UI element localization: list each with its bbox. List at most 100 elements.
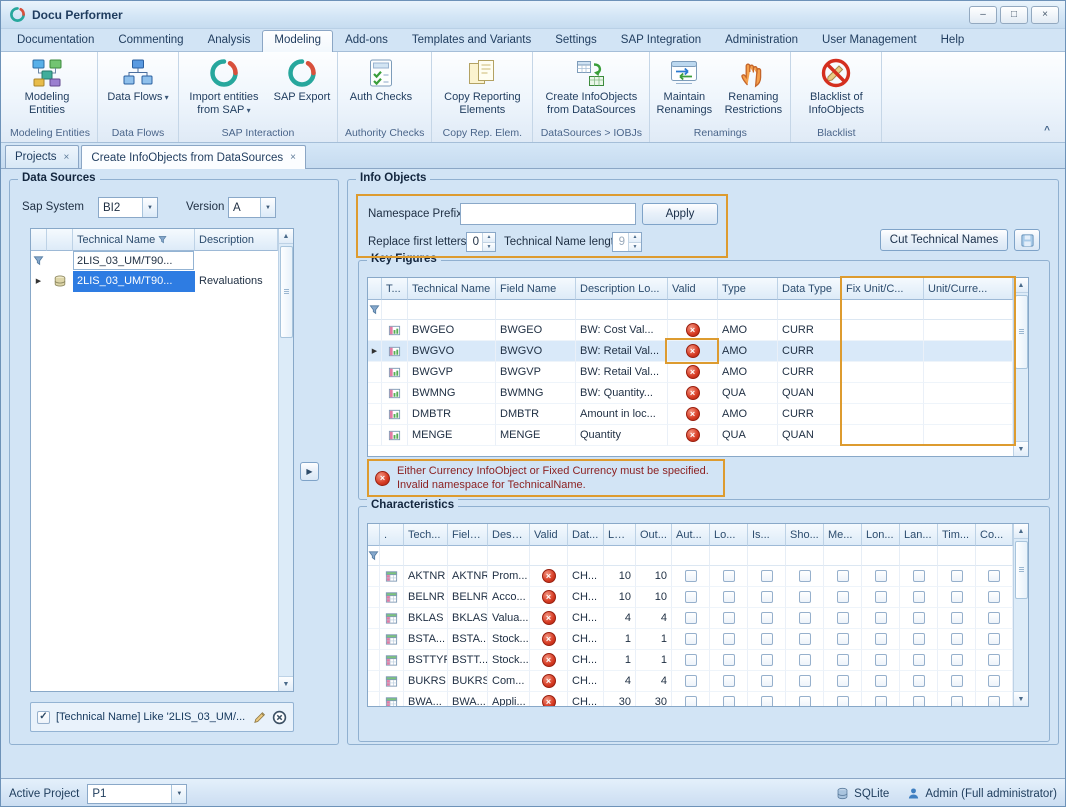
- checkbox[interactable]: [988, 696, 1000, 707]
- scroll-up-button[interactable]: ▲: [1014, 524, 1029, 539]
- spin-down-icon[interactable]: ▼: [629, 243, 641, 252]
- cell-flag[interactable]: [976, 671, 1013, 692]
- clear-filter-icon[interactable]: [272, 710, 287, 725]
- filter-cell[interactable]: [778, 300, 842, 320]
- cell-flag[interactable]: [672, 671, 710, 692]
- checkbox[interactable]: [685, 591, 697, 603]
- filter-cell[interactable]: [408, 300, 496, 320]
- cell-flag[interactable]: [862, 608, 900, 629]
- menu-tab-modeling[interactable]: Modeling: [262, 30, 333, 52]
- column-header-is[interactable]: Is...: [748, 524, 786, 546]
- cell-data-type[interactable]: CH...: [568, 587, 604, 608]
- cell-data-type[interactable]: CH...: [568, 671, 604, 692]
- cell-desc[interactable]: Stock...: [488, 650, 530, 671]
- cell-data-type[interactable]: CH...: [568, 566, 604, 587]
- cell-flag[interactable]: [786, 608, 824, 629]
- column-header-valid[interactable]: Valid: [668, 278, 718, 300]
- menu-tab-commenting[interactable]: Commenting: [106, 30, 195, 51]
- cell-field-name[interactable]: BWMNG: [496, 383, 576, 404]
- checkbox[interactable]: [988, 591, 1000, 603]
- column-header-lo[interactable]: Lo...: [710, 524, 748, 546]
- filter-cell[interactable]: [824, 546, 862, 566]
- cell-type[interactable]: AMO: [718, 341, 778, 362]
- table-row[interactable]: BUKRSBUKRSCom...×CH...44: [368, 671, 1013, 692]
- cell-fix-unit[interactable]: [842, 404, 924, 425]
- ribbon-button-data-flows[interactable]: Data Flows ▾: [99, 54, 177, 126]
- checkbox[interactable]: [913, 570, 925, 582]
- table-row[interactable]: BSTTYPBSTT...Stock...×CH...11: [368, 650, 1013, 671]
- checkbox[interactable]: [837, 654, 849, 666]
- table-row[interactable]: BWA...BWA...Appli...×CH...3030: [368, 692, 1013, 707]
- cell-flag[interactable]: [900, 671, 938, 692]
- cell-unit-currency[interactable]: [924, 383, 1013, 404]
- column-header-lon[interactable]: Lon...: [862, 524, 900, 546]
- cell-technical-name[interactable]: MENGE: [408, 425, 496, 446]
- column-header-field[interactable]: Field...: [448, 524, 488, 546]
- filter-cell[interactable]: [668, 300, 718, 320]
- collapse-ribbon-button[interactable]: ^: [1039, 125, 1055, 139]
- cell-flag[interactable]: [824, 650, 862, 671]
- menu-tab-settings[interactable]: Settings: [543, 30, 609, 51]
- filter-cell[interactable]: [862, 546, 900, 566]
- column-header-desc[interactable]: Desc...: [488, 524, 530, 546]
- scrollbar-thumb[interactable]: [1015, 541, 1028, 599]
- cell-description[interactable]: Revaluations: [195, 271, 278, 292]
- column-header-lan[interactable]: Lan...: [900, 524, 938, 546]
- filter-cell[interactable]: [496, 300, 576, 320]
- cell-valid[interactable]: ×: [668, 362, 718, 383]
- checkbox[interactable]: [799, 696, 811, 707]
- checkbox[interactable]: [761, 675, 773, 687]
- maximize-button[interactable]: □: [1000, 6, 1028, 24]
- cell-type[interactable]: QUA: [718, 425, 778, 446]
- cell-flag[interactable]: [976, 587, 1013, 608]
- column-header-unit-curre[interactable]: Unit/Curre...: [924, 278, 1013, 300]
- column-header-field-name[interactable]: Field Name: [496, 278, 576, 300]
- checkbox[interactable]: [761, 633, 773, 645]
- checkbox[interactable]: [837, 696, 849, 707]
- cell-fix-unit[interactable]: [842, 362, 924, 383]
- cell-flag[interactable]: [824, 587, 862, 608]
- cell-description[interactable]: BW: Cost Val...: [576, 320, 668, 341]
- table-row[interactable]: BWGVPBWGVPBW: Retail Val...×AMOCURR: [368, 362, 1013, 383]
- checkbox[interactable]: [988, 675, 1000, 687]
- cell-field-name[interactable]: DMBTR: [496, 404, 576, 425]
- cell-unit-currency[interactable]: [924, 341, 1013, 362]
- cell-fix-unit[interactable]: [842, 425, 924, 446]
- checkbox[interactable]: [837, 612, 849, 624]
- filter-cell[interactable]: [842, 300, 924, 320]
- cell-flag[interactable]: [748, 587, 786, 608]
- cell-valid[interactable]: ×: [530, 692, 568, 707]
- vertical-scrollbar[interactable]: ▲▼: [1013, 524, 1028, 706]
- cell-flag[interactable]: [976, 692, 1013, 707]
- tab-projects[interactable]: Projects×: [5, 145, 79, 168]
- cell-flag[interactable]: [824, 671, 862, 692]
- filter-cell[interactable]: [530, 546, 568, 566]
- filter-cell[interactable]: [976, 546, 1013, 566]
- column-header-blank[interactable]: [47, 229, 73, 251]
- scroll-down-button[interactable]: ▼: [279, 676, 294, 691]
- ribbon-button-modeling-entities[interactable]: Modeling Entities: [4, 54, 90, 126]
- cell-flag[interactable]: [824, 608, 862, 629]
- cell-length[interactable]: 1: [604, 629, 636, 650]
- checkbox[interactable]: [723, 654, 735, 666]
- checkbox[interactable]: [761, 654, 773, 666]
- replace-first-letters-spinner[interactable]: 0 ▲ ▼: [466, 232, 496, 252]
- table-row[interactable]: BWGEOBWGEOBW: Cost Val...×AMOCURR: [368, 320, 1013, 341]
- column-header-me[interactable]: Me...: [824, 524, 862, 546]
- filter-cell[interactable]: [636, 546, 672, 566]
- checkbox[interactable]: [761, 612, 773, 624]
- menu-tab-help[interactable]: Help: [929, 30, 977, 51]
- cell-field[interactable]: BKLAS: [448, 608, 488, 629]
- checkbox[interactable]: [761, 696, 773, 707]
- menu-tab-administration[interactable]: Administration: [713, 30, 810, 51]
- column-header-technical-name[interactable]: Technical Name: [73, 229, 195, 251]
- cell-valid[interactable]: ×: [530, 671, 568, 692]
- cell-desc[interactable]: Appli...: [488, 692, 530, 707]
- cell-type[interactable]: AMO: [718, 362, 778, 383]
- edit-filter-icon[interactable]: [253, 711, 266, 724]
- checkbox[interactable]: [799, 675, 811, 687]
- filter-cell-technical-name[interactable]: 2LIS_03_UM/T90...: [73, 251, 195, 271]
- cell-field[interactable]: BSTT...: [448, 650, 488, 671]
- cell-flag[interactable]: [748, 671, 786, 692]
- cell-flag[interactable]: [938, 671, 976, 692]
